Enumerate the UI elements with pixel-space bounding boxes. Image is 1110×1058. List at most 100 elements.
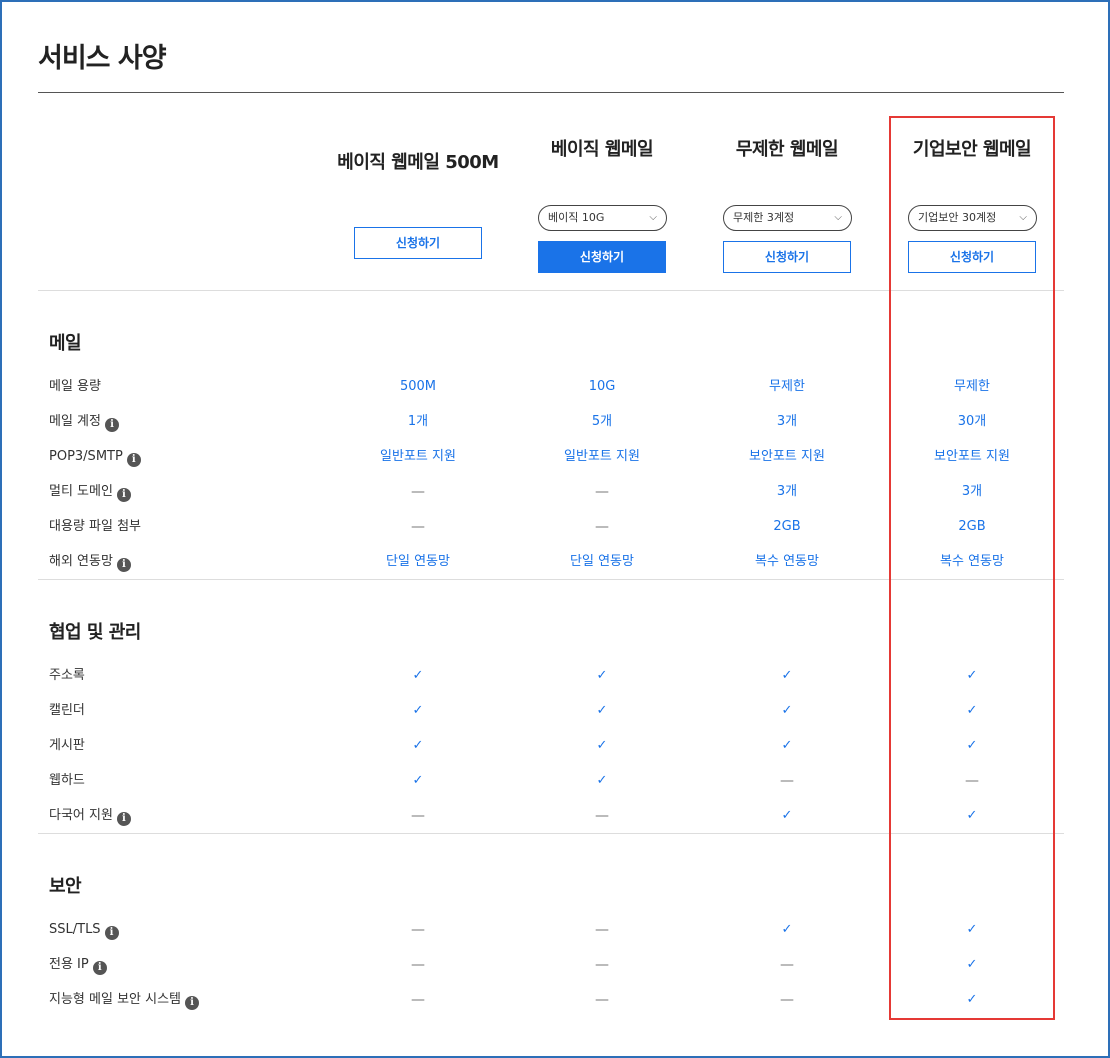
plan-select-value: 베이직 10G [548,211,605,224]
chevron-down-icon: ⌵ [834,212,842,223]
apply-button[interactable]: 신청하기 [723,241,851,273]
check-icon: ✓ [596,668,608,683]
apply-button[interactable]: 신청하기 [908,241,1036,273]
info-icon[interactable]: i [116,488,131,502]
dash-icon: — [411,519,425,535]
spec-value: 3개 [961,484,983,499]
dash-icon: — [595,957,609,973]
dash-icon: — [595,484,609,500]
plan-select[interactable]: 무제한 3계정 ⌵ [723,205,852,231]
row-label-text: 메일 계정 [49,414,101,429]
apply-button[interactable]: 신청하기 [354,227,482,259]
plan-name: 무제한 웹메일 [735,139,839,160]
row-label: 전용 IP i [49,956,107,975]
plan-select-value: 무제한 3계정 [733,211,795,224]
dash-icon: — [965,773,979,789]
check-icon: ✓ [781,668,793,683]
plan-name: 베이직 웹메일 500M [337,152,499,173]
row-label: 메일 용량 [49,378,101,396]
row-label: 웹하드 [49,772,85,790]
row-label: 게시판 [49,737,85,755]
section-title: 협업 및 관리 [49,622,141,643]
spec-value: 일반포트 지원 [380,449,456,464]
row-label: 지능형 메일 보안 시스템 i [49,991,199,1010]
dash-icon: — [411,808,425,824]
spec-value: 5개 [591,414,613,429]
info-icon[interactable]: i [126,453,141,467]
check-icon: ✓ [966,703,978,718]
plan-select[interactable]: 베이직 10G ⌵ [538,205,667,231]
dash-icon: — [595,922,609,938]
row-label-text: 웹하드 [49,773,85,788]
spec-value: 2GB [773,519,801,534]
dash-icon: — [780,773,794,789]
title-divider [38,92,1064,93]
row-label-text: 주소록 [49,668,85,683]
spec-value: 500M [399,379,437,394]
plan-select-value: 기업보안 30계정 [918,211,997,224]
spec-value: 복수 연동망 [940,554,1004,569]
check-icon: ✓ [412,773,424,788]
dash-icon: — [595,992,609,1008]
check-icon: ✓ [966,957,978,972]
check-icon: ✓ [596,703,608,718]
plan-select[interactable]: 기업보안 30계정 ⌵ [908,205,1037,231]
spec-value: 1개 [407,414,429,429]
spec-value: 무제한 [769,379,805,394]
row-label-text: 지능형 메일 보안 시스템 [49,992,181,1007]
spec-value: 무제한 [954,379,990,394]
check-icon: ✓ [596,738,608,753]
dash-icon: — [411,922,425,938]
check-icon: ✓ [966,668,978,683]
apply-button[interactable]: 신청하기 [538,241,666,273]
section-title: 메일 [49,333,82,354]
row-label-text: 캘린더 [49,703,85,718]
spec-value: 10G [588,379,616,394]
row-label: 주소록 [49,667,85,685]
section-title: 보안 [49,876,82,897]
row-label-text: 전용 IP [49,957,89,972]
check-icon: ✓ [596,773,608,788]
row-label-text: SSL/TLS [49,922,101,937]
check-icon: ✓ [966,922,978,937]
dash-icon: — [595,519,609,535]
section-divider [38,579,1064,580]
info-icon[interactable]: i [92,961,107,975]
spec-value: 단일 연동망 [386,554,450,569]
row-label: 메일 계정 i [49,413,119,432]
spec-value: 단일 연동망 [570,554,634,569]
info-icon[interactable]: i [185,996,199,1010]
check-icon: ✓ [966,738,978,753]
check-icon: ✓ [781,703,793,718]
check-icon: ✓ [781,922,793,937]
info-icon[interactable]: i [116,558,131,572]
row-label: 멀티 도메인 i [49,483,131,502]
row-label: SSL/TLS i [49,921,119,940]
dash-icon: — [595,808,609,824]
chevron-down-icon: ⌵ [649,212,657,223]
spec-value: 보안포트 지원 [749,449,825,464]
row-label: 캘린더 [49,702,85,720]
row-label-text: 다국어 지원 [49,808,113,823]
section-divider [38,833,1064,834]
row-label-text: 멀티 도메인 [49,484,113,499]
dash-icon: — [411,484,425,500]
info-icon[interactable]: i [104,418,119,432]
check-icon: ✓ [781,808,793,823]
check-icon: ✓ [412,703,424,718]
row-label-text: 게시판 [49,738,85,753]
spec-value: 30개 [957,414,987,429]
info-icon[interactable]: i [116,812,131,826]
info-icon[interactable]: i [104,926,119,940]
check-icon: ✓ [781,738,793,753]
check-icon: ✓ [412,738,424,753]
spec-value: 3개 [776,414,798,429]
dash-icon: — [780,992,794,1008]
spec-value: 보안포트 지원 [934,449,1010,464]
row-label-text: 대용량 파일 첨부 [49,519,141,534]
check-icon: ✓ [966,808,978,823]
check-icon: ✓ [966,992,978,1007]
dash-icon: — [411,957,425,973]
section-divider [38,290,1064,291]
page-title: 서비스 사양 [38,43,167,74]
